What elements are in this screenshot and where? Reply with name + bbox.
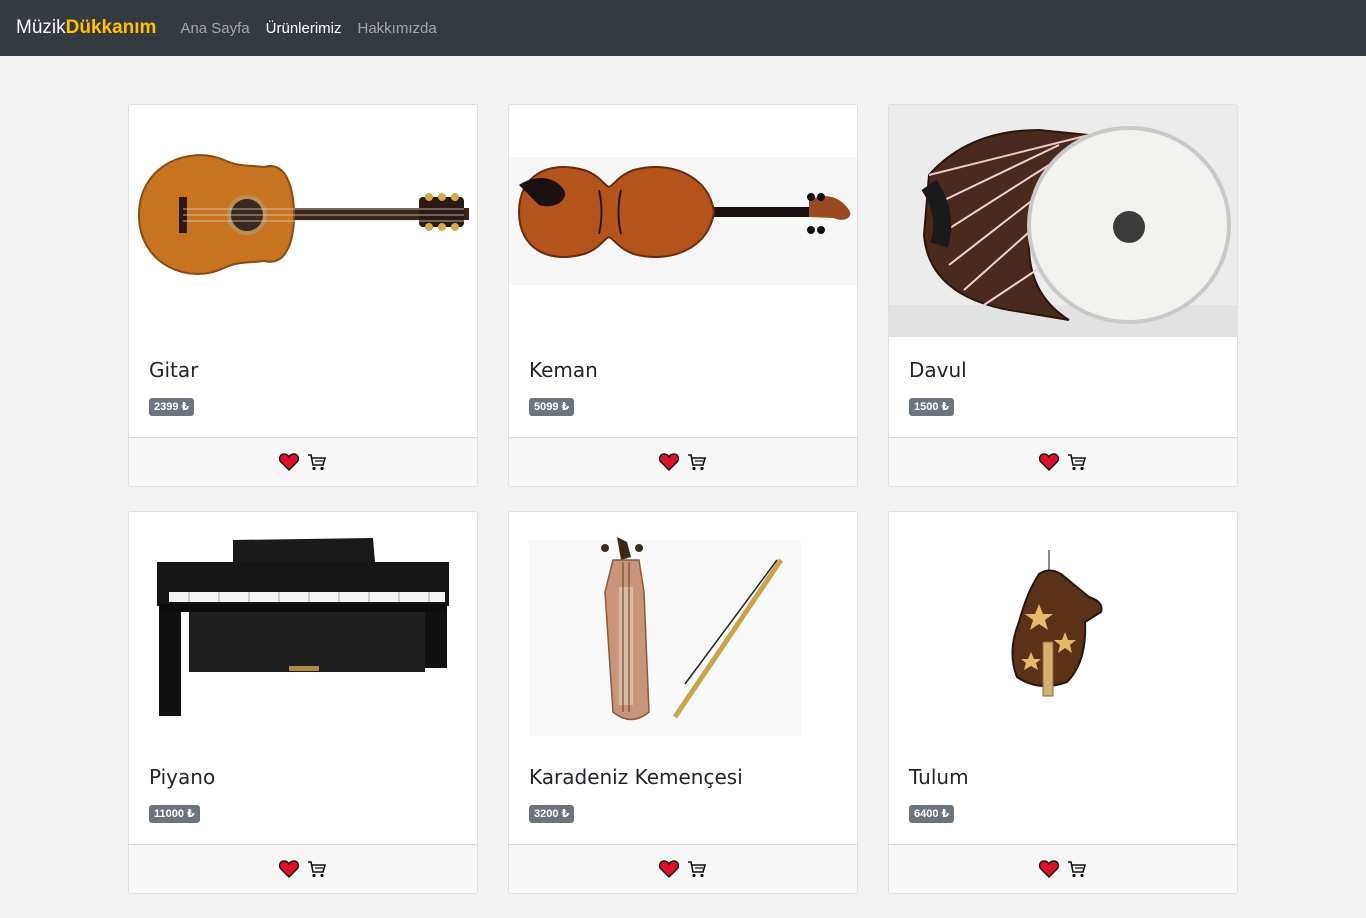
product-title: Gitar <box>149 358 199 382</box>
nav-link-products[interactable]: Ürünlerimiz <box>266 20 342 37</box>
product-title: Davul <box>909 358 967 382</box>
tulum-image <box>889 512 1237 744</box>
product-title: Karadeniz Kemençesi <box>529 765 743 789</box>
heart-icon[interactable] <box>1038 858 1060 880</box>
card-footer <box>509 844 857 893</box>
card-footer <box>509 437 857 486</box>
heart-icon[interactable] <box>1038 451 1060 473</box>
card-footer <box>889 844 1237 893</box>
guitar-image <box>129 105 477 337</box>
product-card-tulum: Tulum 6400 ₺ <box>888 511 1238 894</box>
navbar: MüzikDükkanım Ana Sayfa Ürünlerimiz Hakk… <box>0 0 1366 56</box>
price-badge: 11000 ₺ <box>149 805 200 823</box>
card-footer <box>889 437 1237 486</box>
kemence-image <box>509 512 857 744</box>
product-card-gitar: Gitar 2399 ₺ <box>128 104 478 487</box>
cart-icon[interactable] <box>306 858 328 880</box>
nav-link-home[interactable]: Ana Sayfa <box>180 20 249 37</box>
heart-icon[interactable] <box>278 858 300 880</box>
cart-icon[interactable] <box>686 451 708 473</box>
product-card-karadeniz-kemencesi: Karadeniz Kemençesi 3200 ₺ <box>508 511 858 894</box>
product-title: Keman <box>529 358 598 382</box>
cart-icon[interactable] <box>686 858 708 880</box>
nav-link-about[interactable]: Hakkımızda <box>358 20 437 37</box>
product-card-keman: Keman 5099 ₺ <box>508 104 858 487</box>
piano-image <box>129 512 477 744</box>
heart-icon[interactable] <box>278 451 300 473</box>
drum-image <box>889 105 1237 337</box>
product-card-piyano: Piyano 11000 ₺ <box>128 511 478 894</box>
brand-accent: Dükkanım <box>65 17 157 38</box>
brand-prefix: Müzik <box>16 17 66 38</box>
price-badge: 1500 ₺ <box>909 398 955 416</box>
product-card-davul: Davul 1500 ₺ <box>888 104 1238 487</box>
price-badge: 6400 ₺ <box>909 805 955 823</box>
price-badge: 5099 ₺ <box>529 398 575 416</box>
cart-icon[interactable] <box>306 451 328 473</box>
product-title: Tulum <box>909 765 969 789</box>
product-title: Piyano <box>149 765 216 789</box>
brand-logo[interactable]: MüzikDükkanım <box>16 17 156 39</box>
cart-icon[interactable] <box>1066 858 1088 880</box>
card-footer <box>129 437 477 486</box>
violin-image <box>509 105 857 337</box>
card-footer <box>129 844 477 893</box>
price-badge: 2399 ₺ <box>149 398 195 416</box>
heart-icon[interactable] <box>658 451 680 473</box>
price-badge: 3200 ₺ <box>529 805 575 823</box>
heart-icon[interactable] <box>658 858 680 880</box>
cart-icon[interactable] <box>1066 451 1088 473</box>
